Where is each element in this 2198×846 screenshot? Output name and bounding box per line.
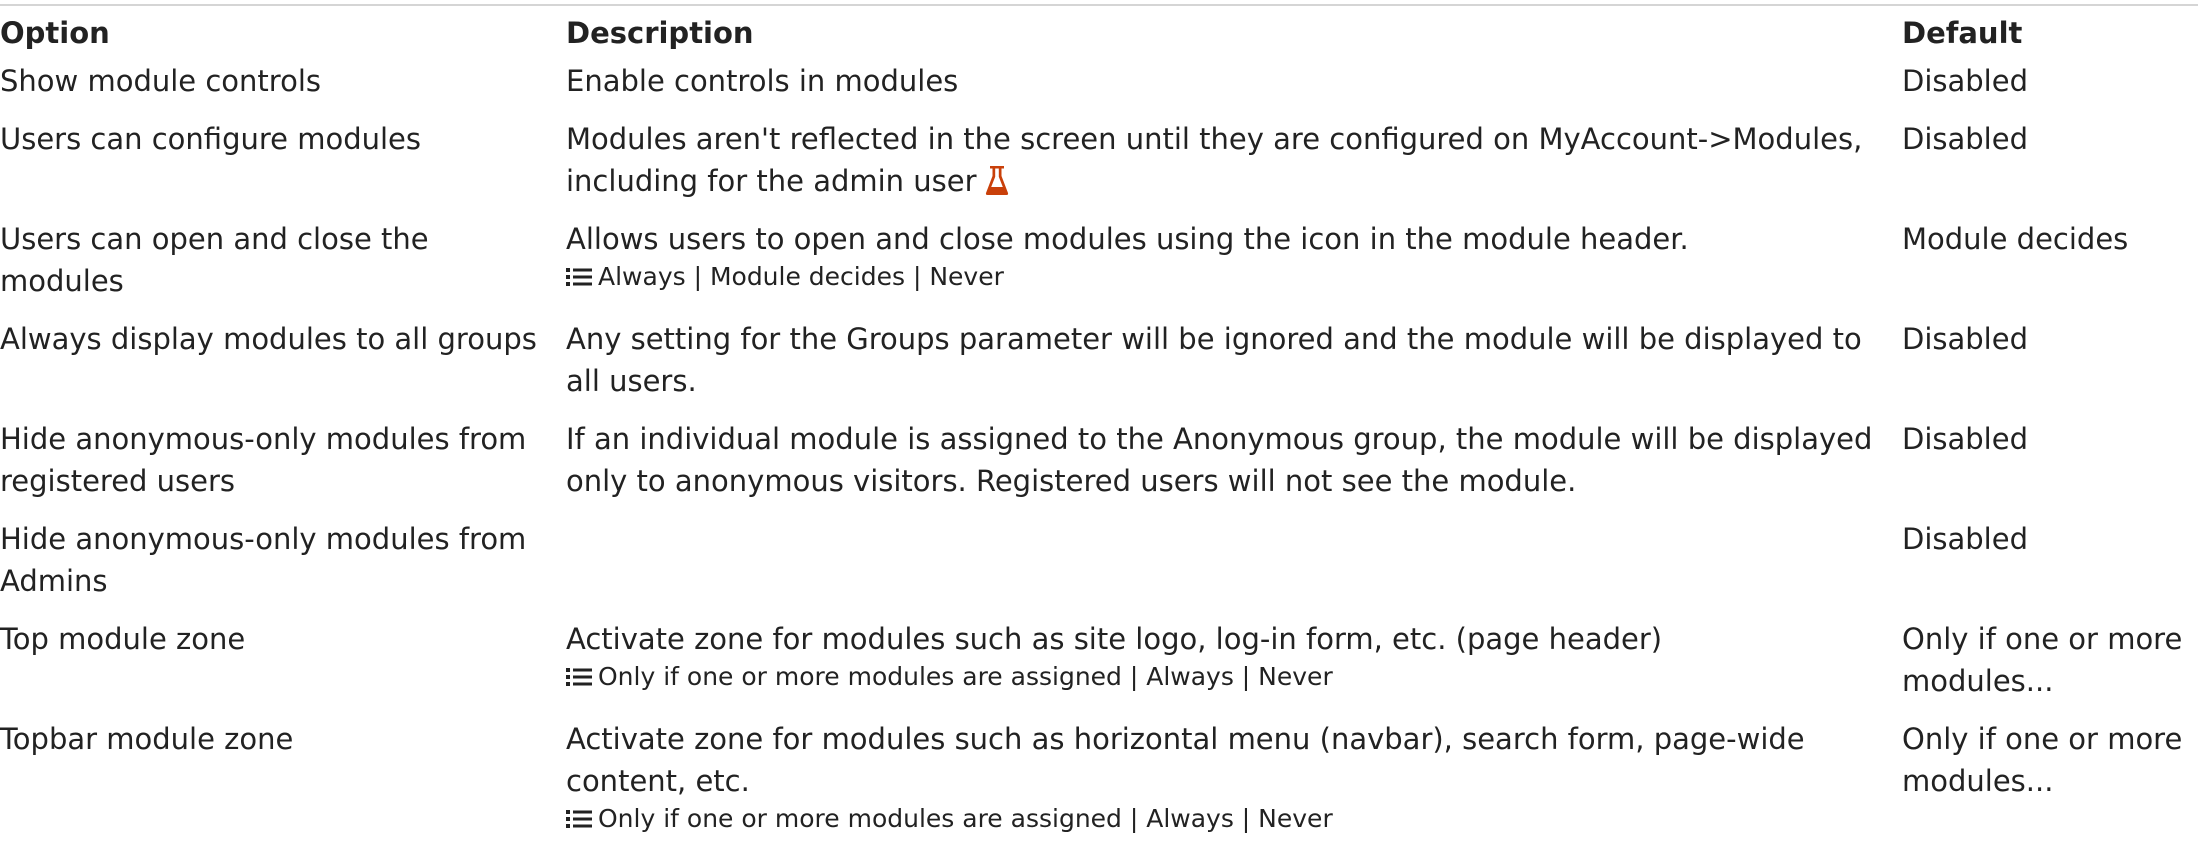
option-description: Enable controls in modules [566, 64, 959, 98]
option-description-cell [560, 512, 1896, 612]
option-default: Disabled [1902, 422, 2028, 456]
description-column-header: Description [566, 16, 754, 50]
option-default: Disabled [1902, 322, 2028, 356]
option-description: Activate zone for modules such as site l… [566, 622, 1663, 656]
option-default: Only if one or more modules... [1902, 622, 2183, 698]
option-name: Always display modules to all groups [0, 322, 537, 356]
option-description: If an individual module is assigned to t… [566, 422, 1873, 498]
table-row: Top module zone Activate zone for module… [0, 612, 2198, 712]
option-description: Activate zone for modules such as horizo… [566, 722, 1805, 798]
default-column-header: Default [1902, 16, 2023, 50]
table-row: Hide anonymous-only modules from registe… [0, 412, 2198, 512]
option-description: Allows users to open and close modules u… [566, 222, 1689, 256]
option-name: Users can configure modules [0, 122, 421, 156]
option-name: Hide anonymous-only modules from registe… [0, 422, 527, 498]
option-default: Module decides [1902, 222, 2129, 256]
choices-text: Always | Module decides | Never [598, 262, 1004, 291]
choices-text: Only if one or more modules are assigned… [598, 804, 1333, 833]
option-description-cell: If an individual module is assigned to t… [560, 412, 1896, 512]
option-name: Users can open and close the modules [0, 222, 429, 298]
option-choices: Only if one or more modules are assigned… [566, 660, 1888, 694]
option-description-cell: Activate zone for modules such as site l… [560, 612, 1896, 712]
table-row: Topbar module zone Activate zone for mod… [0, 712, 2198, 846]
option-description-cell: Any setting for the Groups parameter wil… [560, 312, 1896, 412]
option-description-cell: Activate zone for modules such as horizo… [560, 712, 1896, 846]
list-icon [566, 804, 592, 828]
flask-icon[interactable] [985, 164, 1009, 196]
table-row: Hide anonymous-only modules from Admins … [0, 512, 2198, 612]
option-description: Any setting for the Groups parameter wil… [566, 322, 1862, 398]
option-name: Show module controls [0, 64, 321, 98]
choices-text: Only if one or more modules are assigned… [598, 662, 1333, 691]
table-header-row: Option Description Default [0, 10, 2198, 54]
option-description: Modules aren't reflected in the screen u… [566, 122, 1863, 198]
option-column-header: Option [0, 16, 110, 50]
option-default: Disabled [1902, 522, 2028, 556]
option-name: Hide anonymous-only modules from Admins [0, 522, 527, 598]
list-icon [566, 262, 592, 286]
table-row: Show module controls Enable controls in … [0, 54, 2198, 112]
option-description-cell: Enable controls in modules [560, 54, 1896, 112]
option-default: Disabled [1902, 64, 2028, 98]
option-name: Topbar module zone [0, 722, 294, 756]
table-row: Users can open and close the modules All… [0, 212, 2198, 312]
option-default: Only if one or more modules... [1902, 722, 2183, 798]
preferences-table: Option Description Default Show module c… [0, 10, 2198, 846]
option-default: Disabled [1902, 122, 2028, 156]
list-icon [566, 662, 592, 686]
option-choices: Only if one or more modules are assigned… [566, 802, 1888, 836]
option-choices: Always | Module decides | Never [566, 260, 1888, 294]
option-name: Top module zone [0, 622, 246, 656]
table-row: Users can configure modules Modules aren… [0, 112, 2198, 212]
option-description-cell: Modules aren't reflected in the screen u… [560, 112, 1896, 212]
table-row: Always display modules to all groups Any… [0, 312, 2198, 412]
top-divider [0, 4, 2198, 6]
option-description-cell: Allows users to open and close modules u… [560, 212, 1896, 312]
